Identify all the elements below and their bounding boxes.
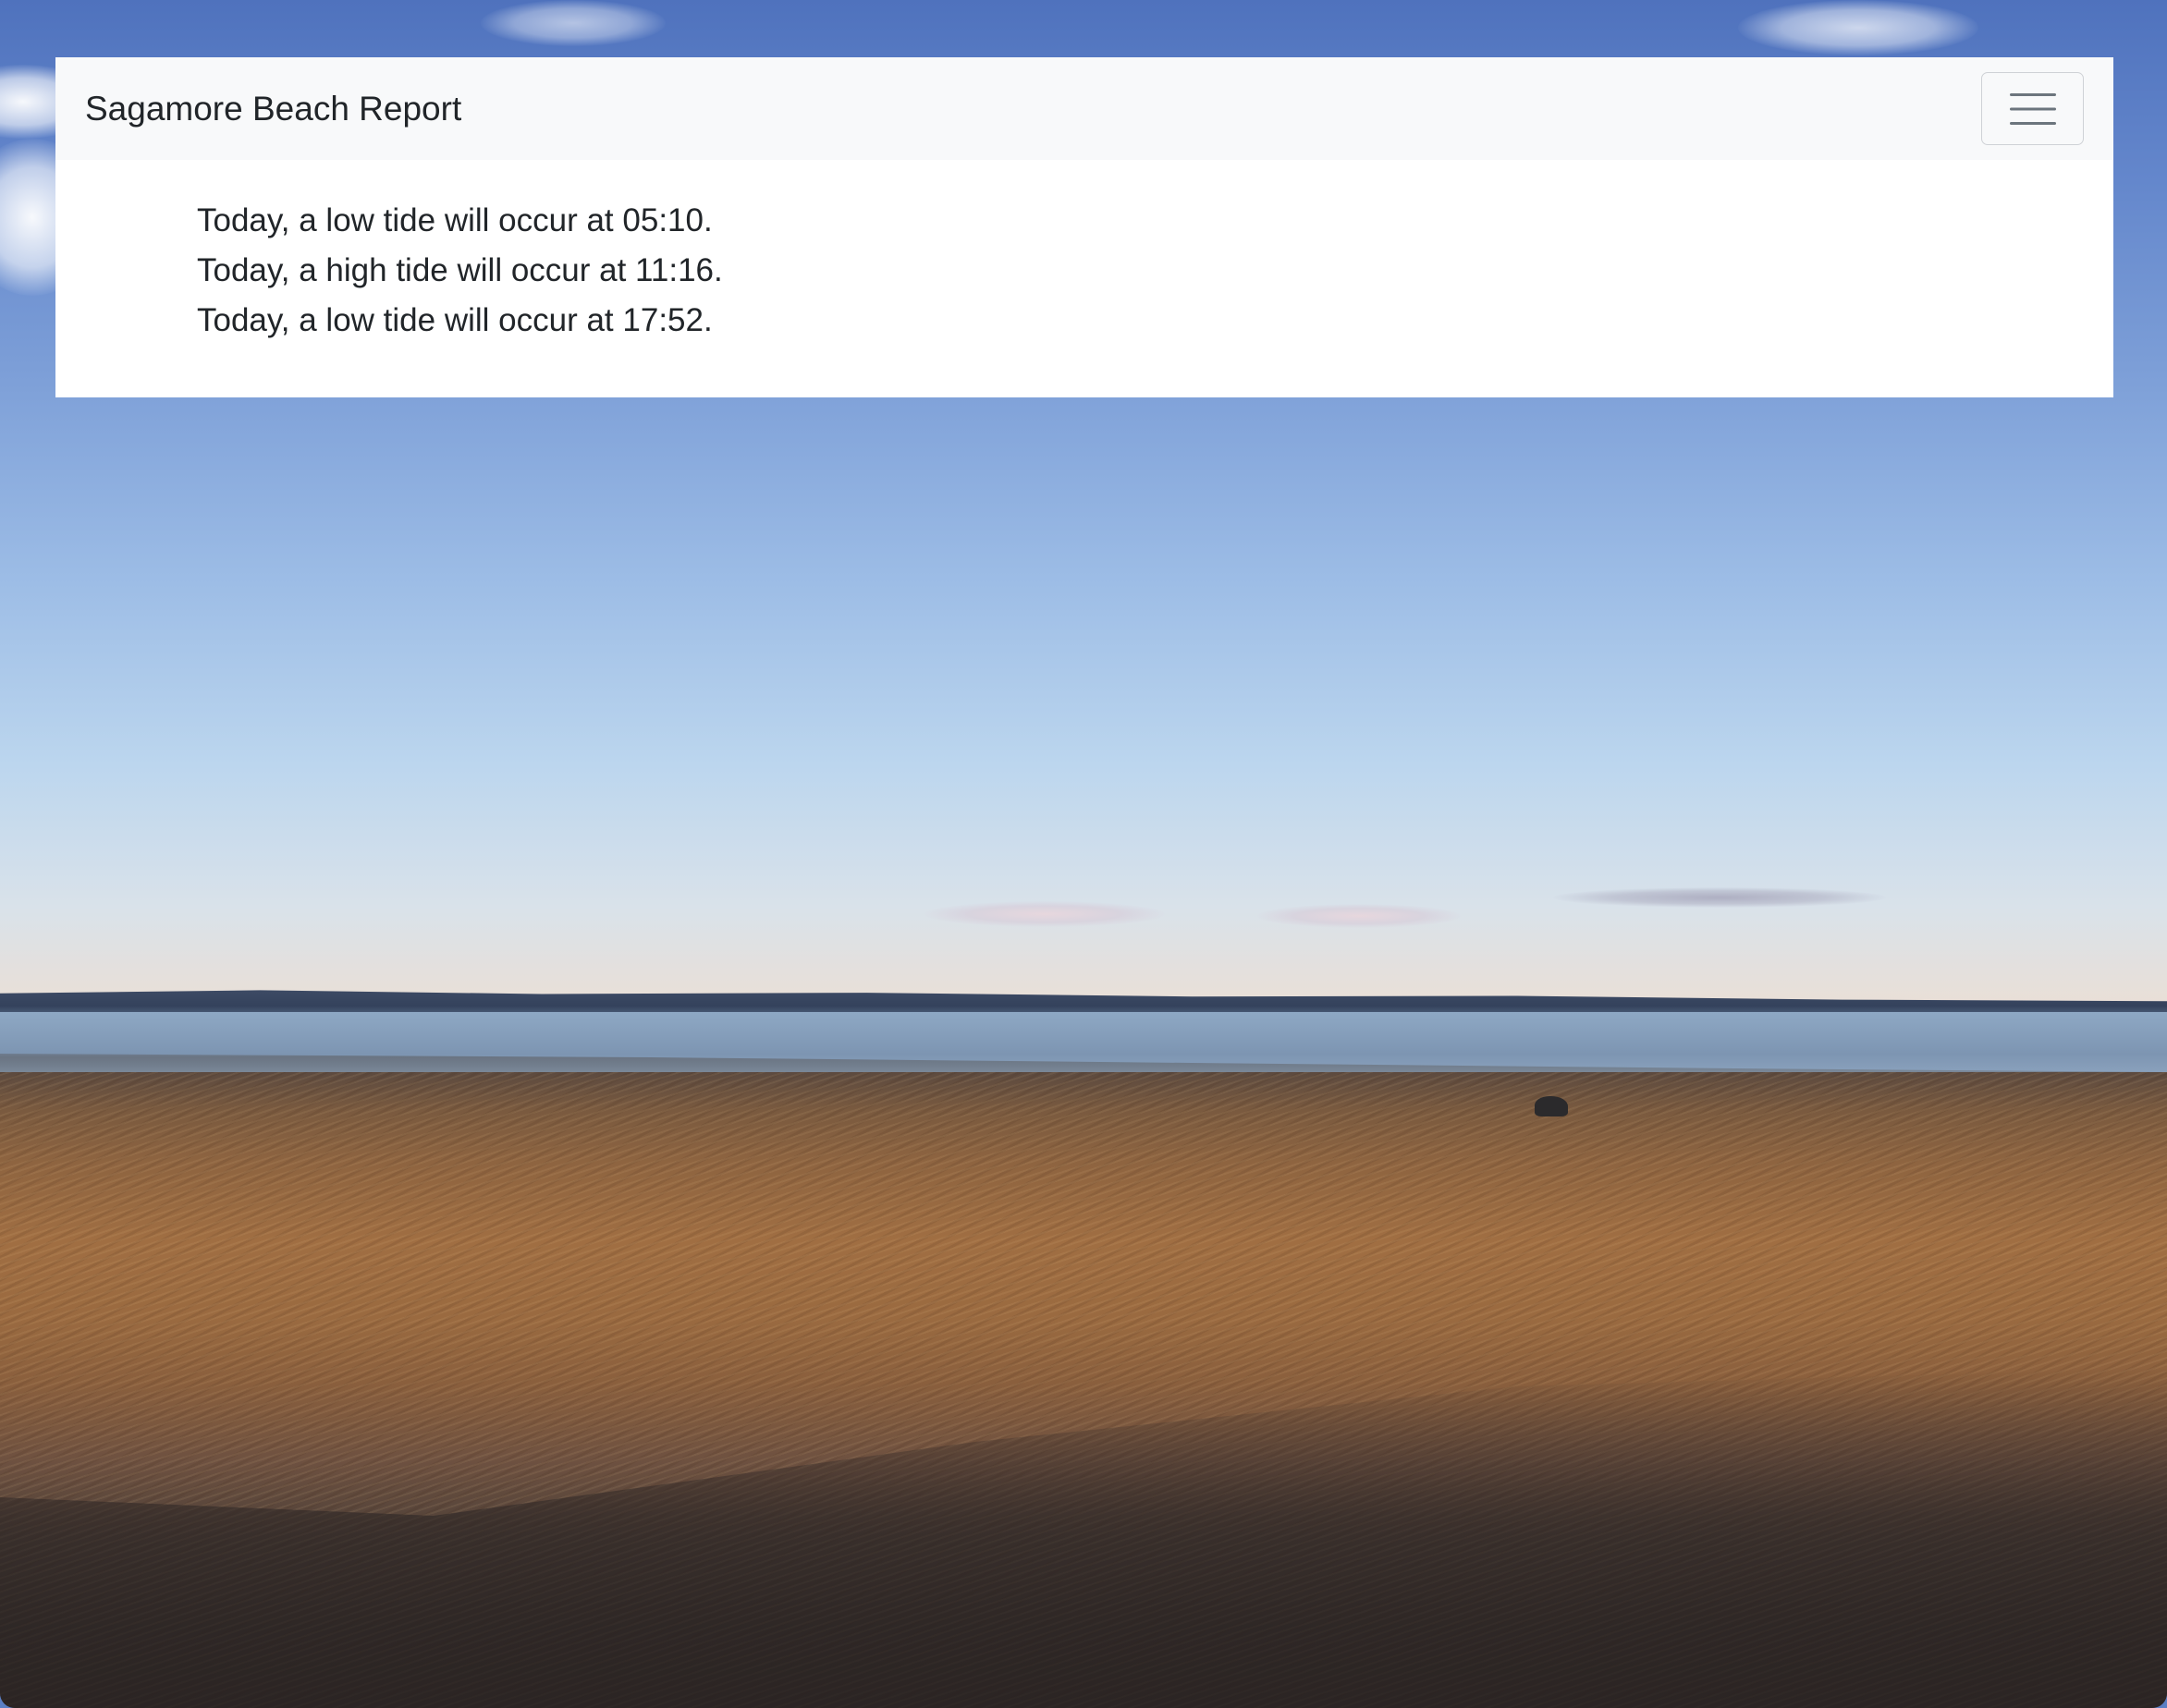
rock xyxy=(1535,1096,1568,1116)
navbar: Sagamore Beach Report xyxy=(55,57,2113,160)
cloud xyxy=(924,901,1165,927)
navbar-toggler-button[interactable] xyxy=(1981,72,2084,145)
cloud xyxy=(481,0,666,46)
tide-item: Today, a low tide will occur at 17:52. xyxy=(197,302,713,338)
cloud xyxy=(1738,0,1978,55)
tide-item: Today, a high tide will occur at 11:16. xyxy=(197,252,723,288)
report-card: Sagamore Beach Report Today, a low tide … xyxy=(55,57,2113,397)
cloud xyxy=(1553,887,1886,908)
tide-list: Today, a low tide will occur at 05:10. T… xyxy=(197,196,723,346)
tide-item: Today, a low tide will occur at 05:10. xyxy=(197,202,713,238)
cloud xyxy=(1257,904,1461,928)
hamburger-menu-icon xyxy=(2009,92,2056,127)
navbar-brand[interactable]: Sagamore Beach Report xyxy=(85,57,461,160)
